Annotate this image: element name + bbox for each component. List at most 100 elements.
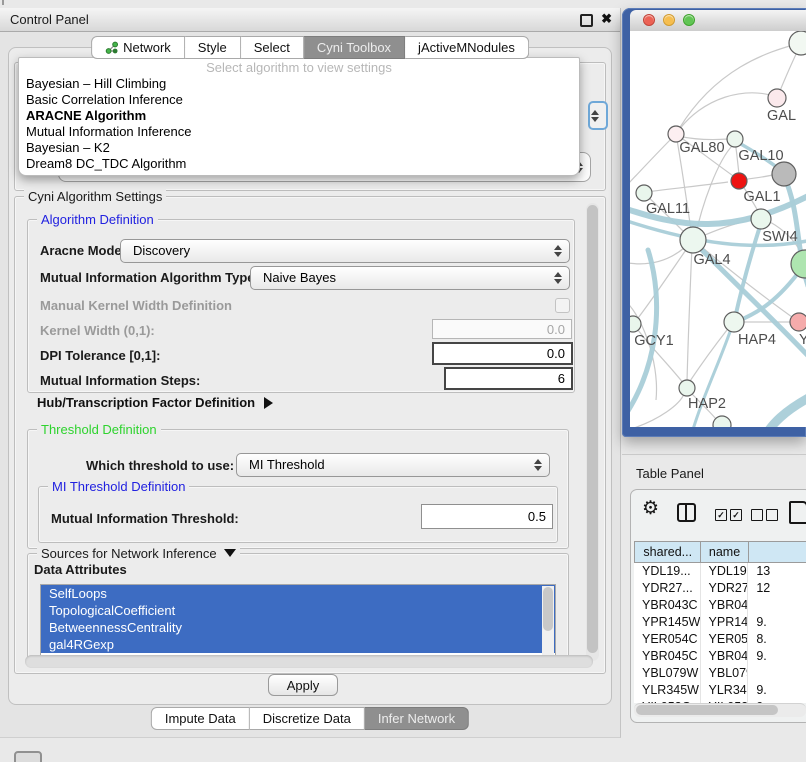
network-node[interactable] [636, 185, 652, 201]
kernel-width-input[interactable] [432, 319, 572, 339]
table-horizontal-scrollbar[interactable] [634, 703, 806, 717]
attribute-item-topologicalcoefficient[interactable]: TopologicalCoefficient [41, 602, 555, 619]
zoom-traffic-light-icon[interactable] [683, 14, 695, 26]
network-node[interactable] [727, 131, 743, 147]
network-edge[interactable] [630, 134, 676, 188]
attribute-item-betweennesscentrality[interactable]: BetweennessCentrality [41, 619, 555, 636]
table-cell: YDR27... [634, 580, 701, 597]
apply-button[interactable]: Apply [268, 674, 338, 696]
column-header-extra[interactable] [749, 542, 806, 563]
algorithm-option-dream8-dc-tdc-algorithm[interactable]: Dream8 DC_TDC Algorithm [19, 156, 579, 172]
tab-select[interactable]: Select [241, 36, 304, 59]
tab-infer-network[interactable]: Infer Network [365, 707, 469, 730]
tab-style[interactable]: Style [185, 36, 241, 59]
network-node[interactable] [791, 250, 806, 278]
dpi-tolerance-input[interactable] [432, 342, 573, 365]
algorithm-option-bayesian-hill-climbing[interactable]: Bayesian – Hill Climbing [19, 76, 579, 92]
network-graph: GALGAL80GAL10GAL1GAL11SWI4GAL4GCY1HAP4YH… [630, 31, 806, 427]
network-node[interactable] [630, 316, 641, 332]
document-icon[interactable] [789, 501, 806, 524]
manual-kernel-checkbox[interactable] [555, 298, 570, 313]
network-edge[interactable] [630, 394, 684, 427]
spinner-arrows-icon [554, 245, 562, 257]
partial-dock-icon[interactable] [14, 751, 42, 762]
table-row[interactable]: YPR145WYPR145W9. [634, 614, 806, 631]
network-edge[interactable] [630, 248, 684, 264]
table-cell: 12 [748, 580, 806, 597]
network-edge[interactable] [687, 246, 692, 382]
tab-network[interactable]: Network [91, 36, 185, 59]
network-canvas[interactable]: GALGAL80GAL10GAL1GAL11SWI4GAL4GCY1HAP4YH… [630, 31, 806, 427]
network-edge[interactable] [676, 93, 776, 134]
columns-icon[interactable] [677, 503, 696, 522]
list-scrollbar[interactable] [542, 586, 554, 656]
mi-threshold-input[interactable] [421, 504, 553, 529]
tab-impute-data[interactable]: Impute Data [151, 707, 250, 730]
network-node-label: SWI4 [762, 229, 797, 245]
network-node[interactable] [789, 31, 806, 55]
select-all-checkbox-icon[interactable]: ✓ [730, 509, 742, 521]
which-threshold-combo[interactable]: MI Threshold [236, 453, 550, 477]
algorithm-option-aracne-algorithm[interactable]: ARACNE Algorithm [19, 108, 579, 124]
network-node[interactable] [724, 312, 744, 332]
algorithm-dropdown-popup: Select algorithm to view settings Bayesi… [18, 57, 580, 176]
float-window-icon[interactable] [580, 14, 593, 27]
column-header-name[interactable]: name [701, 542, 748, 563]
hub-definition-expander[interactable]: Hub/Transcription Factor Definition [37, 395, 273, 410]
column-header-shared[interactable]: shared... [635, 542, 701, 563]
minimize-traffic-light-icon[interactable] [663, 14, 675, 26]
network-node[interactable] [751, 209, 771, 229]
table-cell [748, 597, 806, 614]
network-node[interactable] [772, 162, 796, 186]
mi-steps-input[interactable] [444, 367, 573, 390]
data-attributes-list[interactable]: SelfLoopsTopologicalCoefficientBetweenne… [40, 584, 556, 658]
network-node[interactable] [731, 173, 747, 189]
select-all-checkbox-icon[interactable]: ✓ [715, 509, 727, 521]
table-row[interactable]: YDL19...YDL19...13 [634, 563, 806, 580]
mi-type-combo[interactable]: Naive Bayes [250, 266, 570, 290]
deselect-checkbox-icon[interactable] [751, 509, 763, 521]
spinner-arrows-icon [534, 459, 542, 471]
control-panel-titlebar[interactable]: Control Panel ✖ [0, 8, 620, 32]
table-row[interactable]: YBR045CYBR045C9. [634, 648, 806, 665]
network-node[interactable] [679, 380, 695, 396]
mi-type-label: Mutual Information Algorithm Type: [40, 270, 259, 285]
aracne-mode-combo[interactable]: Discovery [120, 239, 570, 263]
network-edge[interactable] [646, 182, 728, 192]
close-icon[interactable]: ✖ [601, 11, 612, 27]
tab-jactivemnodules[interactable]: jActiveMNodules [405, 36, 529, 59]
attribute-item-gal4rgexp[interactable]: gal4RGexp [41, 636, 555, 653]
network-node-label: GAL4 [693, 252, 730, 268]
network-node[interactable] [713, 416, 731, 427]
table-row[interactable]: YER054CYER054C8. [634, 631, 806, 648]
network-node-label: HAP2 [688, 396, 726, 412]
network-node[interactable] [790, 313, 806, 331]
network-node[interactable] [680, 227, 706, 253]
focused-spinner[interactable] [588, 101, 608, 130]
table-cell: 9. [748, 648, 806, 665]
algorithm-option-mutual-information-inference[interactable]: Mutual Information Inference [19, 124, 579, 140]
deselect-checkbox-icon[interactable] [766, 509, 778, 521]
control-panel-tabs: NetworkStyleSelect Cyni Toolbox jActiveMNo… [91, 36, 529, 59]
table-row[interactable]: YBL079WYBL079W [634, 665, 806, 682]
settings-vertical-scrollbar[interactable] [586, 203, 599, 661]
network-node[interactable] [768, 89, 786, 107]
attribute-item-selfloops[interactable]: SelfLoops [41, 585, 555, 602]
close-traffic-light-icon[interactable] [643, 14, 655, 26]
tab-label: Cyni Toolbox [317, 37, 391, 58]
gear-icon[interactable]: ⚙ [642, 497, 659, 520]
network-edge-highlighted[interactable] [762, 396, 806, 427]
network-edge[interactable] [638, 244, 690, 318]
table-row[interactable]: YDR27...YDR27...12 [634, 580, 806, 597]
table-panel-title: Table Panel [636, 466, 704, 481]
settings-horizontal-scrollbar[interactable] [25, 655, 593, 668]
algorithm-option-bayesian-k2[interactable]: Bayesian – K2 [19, 140, 579, 156]
tab-cyni-toolbox[interactable]: Cyni Toolbox [304, 36, 405, 59]
algorithm-definition-group: Algorithm Definition Aracne Mode: Discov… [27, 219, 575, 393]
table-row[interactable]: YBR043CYBR043C [634, 597, 806, 614]
tab-discretize-data[interactable]: Discretize Data [250, 707, 365, 730]
control-panel-title: Control Panel [10, 12, 89, 27]
algorithm-option-basic-correlation-inference[interactable]: Basic Correlation Inference [19, 92, 579, 108]
network-window-titlebar[interactable] [630, 10, 806, 32]
table-row[interactable]: YLR345WYLR345W9. [634, 682, 806, 699]
